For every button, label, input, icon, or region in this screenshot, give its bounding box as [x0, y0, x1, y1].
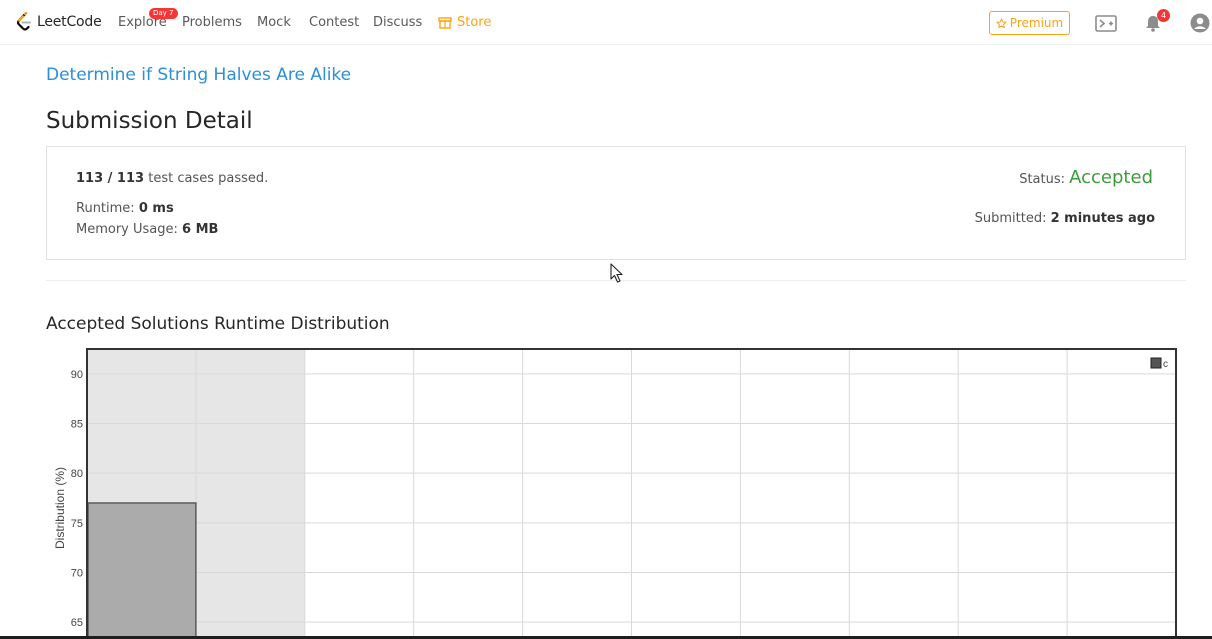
- store-icon: [438, 16, 452, 29]
- runtime-value: 0 ms: [138, 201, 174, 216]
- mouse-cursor-icon: [610, 263, 623, 283]
- memory-value: 6 MB: [182, 222, 219, 237]
- leetcode-logo-icon: [16, 12, 31, 31]
- legend-swatch: [1150, 357, 1162, 369]
- runtime-label: Runtime:: [76, 201, 135, 216]
- user-avatar-icon: [1190, 13, 1210, 33]
- y-tick-label: 75: [71, 518, 83, 530]
- submitted-value: 2 minutes ago: [1050, 211, 1155, 226]
- memory-label: Memory Usage:: [76, 222, 178, 237]
- runtime-row: Runtime: 0 ms: [76, 201, 174, 216]
- y-tick-label: 85: [71, 419, 83, 431]
- status-row: Status: Accepted: [1019, 167, 1153, 188]
- logo-text: LeetCode: [37, 14, 102, 30]
- avatar-button[interactable]: [1190, 13, 1210, 37]
- nav-contest[interactable]: Contest: [309, 15, 359, 30]
- store-label: Store: [457, 15, 492, 30]
- y-tick-label: 65: [71, 617, 83, 629]
- premium-button[interactable]: Premium: [989, 11, 1070, 35]
- submitted-label: Submitted:: [974, 211, 1047, 226]
- legend-label: c: [1163, 359, 1168, 370]
- nav-mock[interactable]: Mock: [257, 15, 291, 30]
- runtime-bar: [87, 502, 197, 639]
- page-title: Submission Detail: [46, 108, 253, 134]
- test-cases-passed: 113 / 113 test cases passed.: [76, 171, 268, 186]
- y-tick-label: 90: [71, 369, 83, 381]
- runtime-distribution-chart: 65 70 75 80 85 90 Distribution (%) c: [53, 348, 1177, 639]
- playground-button[interactable]: [1095, 15, 1117, 36]
- runtime-distribution-title: Accepted Solutions Runtime Distribution: [46, 314, 390, 334]
- nav-problems[interactable]: Problems: [182, 15, 242, 30]
- nav-store[interactable]: Store: [438, 15, 491, 30]
- test-cases-suffix: test cases passed.: [148, 171, 269, 186]
- y-axis-label: Distribution (%): [53, 467, 67, 549]
- premium-label: Premium: [1009, 16, 1064, 30]
- star-icon: [996, 17, 1007, 28]
- nav-discuss[interactable]: Discuss: [373, 15, 422, 30]
- submitted-row: Submitted: 2 minutes ago: [975, 211, 1155, 226]
- notification-badge: 4: [1157, 9, 1170, 22]
- top-nav: LeetCode Explore Day 7 Problems Mock Con…: [0, 0, 1212, 45]
- status-accepted[interactable]: Accepted: [1069, 167, 1153, 188]
- problem-title-link[interactable]: Determine if String Halves Are Alike: [46, 65, 351, 85]
- status-label: Status:: [1019, 172, 1065, 187]
- explore-day-badge: Day 7: [149, 8, 178, 19]
- y-tick-label: 80: [71, 468, 83, 480]
- submission-detail-box: 113 / 113 test cases passed. Runtime: 0 …: [46, 146, 1186, 260]
- memory-row: Memory Usage: 6 MB: [76, 222, 218, 237]
- playground-icon: [1095, 15, 1117, 32]
- logo[interactable]: LeetCode: [16, 12, 102, 32]
- y-tick-label: 70: [71, 568, 83, 580]
- test-cases-count: 113 / 113: [76, 171, 145, 186]
